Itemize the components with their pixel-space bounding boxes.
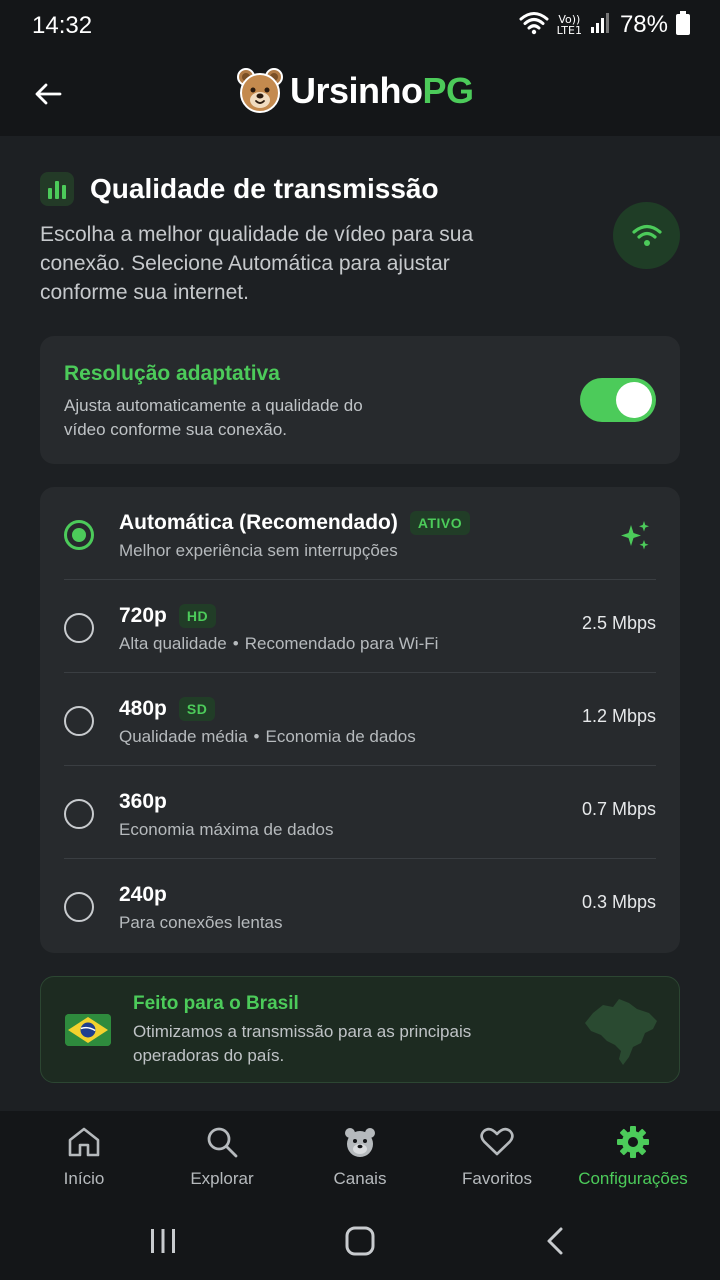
system-back-button[interactable]	[525, 1221, 585, 1261]
wifi-badge	[613, 202, 680, 269]
system-navigation-bar	[0, 1201, 720, 1280]
status-time: 14:32	[32, 12, 93, 39]
nav-item-inicio[interactable]: Início	[12, 1111, 156, 1201]
brazil-card-description: Otimizamos a transmissão para as princip…	[133, 1022, 472, 1065]
option-subtitle: Melhor experiência sem interrupções	[119, 541, 398, 560]
section-description: Escolha a melhor qualidade de vídeo para…	[40, 223, 474, 304]
bottom-navigation: Início Explorar Canais Favoritos Configu…	[0, 1111, 720, 1201]
bear-icon	[343, 1125, 377, 1159]
sd-badge: SD	[178, 697, 216, 721]
wifi-status-icon	[519, 11, 549, 40]
search-icon	[206, 1125, 238, 1159]
radio-selected[interactable]	[64, 520, 94, 550]
home-button[interactable]	[330, 1221, 390, 1261]
quality-options-card: Automática (Recomendado) ATIVO Melhor ex…	[40, 487, 680, 953]
quality-option-auto[interactable]: Automática (Recomendado) ATIVO Melhor ex…	[40, 487, 680, 580]
brazil-flag-icon	[65, 1014, 111, 1046]
nav-item-explorar[interactable]: Explorar	[150, 1111, 294, 1201]
section-header: Qualidade de transmissão	[40, 172, 439, 206]
nav-item-configuracoes[interactable]: Configurações	[561, 1111, 705, 1201]
radio-unselected[interactable]	[64, 799, 94, 829]
nav-label: Configurações	[578, 1169, 688, 1188]
heart-icon	[480, 1125, 514, 1159]
home-icon	[67, 1125, 101, 1159]
brazil-map-icon	[583, 995, 659, 1072]
radio-unselected[interactable]	[64, 613, 94, 643]
option-name: 240p	[119, 883, 167, 906]
option-subtitle: Para conexões lentas	[119, 913, 283, 932]
option-bitrate: 0.3 Mbps	[581, 892, 656, 912]
recent-apps-button[interactable]	[133, 1221, 193, 1261]
option-bitrate: 1.2 Mbps	[581, 706, 656, 726]
option-bitrate: 2.5 Mbps	[581, 613, 656, 633]
recent-apps-icon	[151, 1229, 175, 1253]
option-name: 360p	[119, 790, 167, 813]
quality-option-240p[interactable]: 240p Para conexões lentas 0.3 Mbps	[40, 859, 680, 952]
bear-logo-icon	[237, 68, 283, 113]
brazil-card-title: Feito para o Brasil	[133, 993, 299, 1014]
back-button[interactable]	[22, 72, 74, 116]
nav-item-favoritos[interactable]: Favoritos	[425, 1111, 569, 1201]
settings-content[interactable]: Qualidade de transmissão Escolha a melho…	[0, 136, 720, 1111]
chevron-left-icon	[547, 1227, 563, 1255]
arrow-left-icon	[35, 83, 62, 105]
option-subtitle: Qualidade média • Economia de dados	[119, 727, 416, 746]
adaptive-description: Ajusta automaticamente a qualidade do ví…	[64, 396, 363, 439]
sparkle-icon	[618, 519, 652, 558]
signal-icon	[590, 12, 612, 39]
toggle-knob	[616, 382, 652, 418]
app-logo: UrsinhoPG	[236, 66, 474, 116]
adaptive-title: Resolução adaptativa	[64, 362, 280, 385]
option-subtitle: Economia máxima de dados	[119, 820, 334, 839]
gear-icon	[616, 1125, 650, 1159]
quality-option-720p[interactable]: 720p HD Alta qualidade • Recomendado para …	[40, 580, 680, 673]
adaptive-resolution-card: Resolução adaptativa Ajusta automaticame…	[40, 336, 680, 464]
app-name: UrsinhoPG	[290, 70, 474, 111]
app-bar: UrsinhoPG	[0, 52, 720, 136]
network-type-label: Vo)) LTE1	[556, 13, 582, 37]
quality-option-480p[interactable]: 480p SD Qualidade média • Economia de dado…	[40, 673, 680, 766]
option-bitrate: 0.7 Mbps	[581, 799, 656, 819]
adaptive-resolution-toggle[interactable]	[580, 378, 656, 422]
nav-label: Canais	[333, 1169, 387, 1188]
radio-unselected[interactable]	[64, 706, 94, 736]
hd-badge: HD	[178, 604, 217, 628]
option-name: Automática (Recomendado)	[119, 511, 398, 534]
battery-percent: 78%	[619, 11, 668, 38]
nav-label: Favoritos	[462, 1169, 532, 1188]
option-name: 720p	[119, 604, 167, 627]
status-bar: 14:32 Vo)) LTE1 78%	[0, 0, 720, 52]
battery-icon	[676, 10, 690, 40]
home-square-icon	[345, 1226, 375, 1256]
nav-label: Explorar	[190, 1169, 254, 1188]
quality-option-360p[interactable]: 360p Economia máxima de dados 0.7 Mbps	[40, 766, 680, 859]
wifi-icon	[631, 224, 662, 246]
nav-label: Início	[63, 1169, 105, 1188]
active-badge: ATIVO	[409, 511, 471, 535]
section-title: Qualidade de transmissão	[90, 173, 439, 204]
nav-item-canais[interactable]: Canais	[288, 1111, 432, 1201]
bar-chart-icon	[40, 172, 74, 206]
option-subtitle: Alta qualidade • Recomendado para Wi-Fi	[119, 634, 439, 653]
radio-unselected[interactable]	[64, 892, 94, 922]
option-name: 480p	[119, 697, 167, 720]
made-in-brazil-card: Feito para o Brasil Otimizamos a transmi…	[40, 976, 680, 1083]
